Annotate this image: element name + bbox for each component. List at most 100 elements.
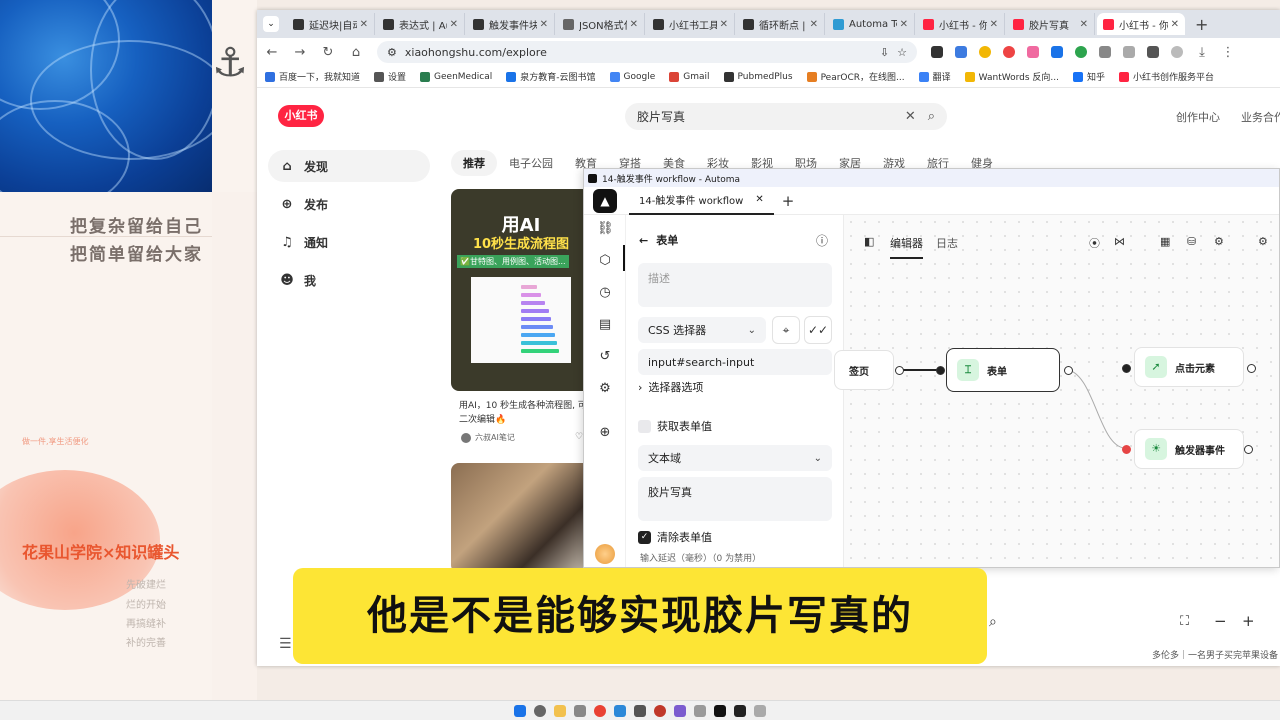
capcut-icon[interactable]: [734, 704, 746, 717]
description-field[interactable]: 描述: [638, 263, 832, 307]
close-icon[interactable]: ✕: [630, 19, 638, 30]
add-tab-button[interactable]: +: [782, 192, 795, 210]
zoom-in-icon[interactable]: +: [1242, 612, 1255, 630]
channel-tab[interactable]: 电子公园: [509, 155, 553, 171]
feed-card-title[interactable]: 多伦多｜一名男子买完苹果设备: [1152, 648, 1278, 661]
install-icon[interactable]: ⇩: [880, 46, 889, 59]
bookmark-item[interactable]: 翻译: [918, 70, 951, 83]
element-picker-button[interactable]: ⌖: [772, 316, 800, 344]
automa-icon[interactable]: [714, 704, 726, 717]
info-icon[interactable]: ⓘ: [816, 232, 828, 249]
back-icon[interactable]: ←: [265, 45, 279, 60]
clear-icon[interactable]: ✕: [905, 109, 916, 124]
selector-options-toggle[interactable]: › 选择器选项: [638, 379, 703, 395]
node-prev-tab[interactable]: 签页: [834, 350, 894, 390]
node-input-handle[interactable]: [936, 366, 945, 375]
bookmark-item[interactable]: 设置: [374, 70, 406, 83]
app-icon[interactable]: [634, 704, 646, 717]
extension-icon[interactable]: [979, 46, 991, 58]
xhs-logo[interactable]: 小红书: [278, 105, 324, 127]
new-tab-button[interactable]: +: [1187, 15, 1216, 34]
extension-icon[interactable]: [1099, 46, 1111, 58]
browser-tab[interactable]: 胶片写真 ✕: [1007, 13, 1095, 35]
browser-tab[interactable]: Automa Team✕: [827, 13, 915, 35]
node-input-handle[interactable]: [1122, 364, 1131, 373]
node-output-handle[interactable]: [1064, 366, 1073, 375]
app-icon[interactable]: [754, 704, 766, 717]
verify-selector-button[interactable]: ✓✓: [804, 316, 832, 344]
fullscreen-icon[interactable]: ⛶: [1180, 614, 1189, 629]
target-icon[interactable]: ⊕: [597, 425, 613, 440]
form-value-textarea[interactable]: 胶片写真: [638, 477, 832, 521]
form-type-select[interactable]: 文本域 ⌄: [638, 445, 832, 471]
workflow-icon[interactable]: ⛓: [597, 221, 614, 236]
extension-icon[interactable]: [1051, 46, 1063, 58]
bookmark-star-icon[interactable]: ☆: [897, 46, 907, 59]
close-icon[interactable]: ✕: [360, 19, 368, 30]
extension-icon[interactable]: [955, 46, 967, 58]
creator-center-link[interactable]: 创作中心: [1176, 109, 1220, 125]
close-icon[interactable]: ✕: [755, 194, 763, 205]
bookmark-item[interactable]: Gmail: [669, 71, 710, 82]
address-bar[interactable]: ⚙ xiaohongshu.com/explore ⇩ ☆: [377, 41, 917, 63]
close-icon[interactable]: ✕: [1171, 19, 1179, 30]
node-input-handle[interactable]: [1122, 445, 1131, 454]
like-heart-icon[interactable]: ♡: [575, 432, 583, 442]
bookmark-item[interactable]: WantWords 反向...: [964, 70, 1059, 83]
search-icon[interactable]: [534, 704, 546, 717]
extension-icon[interactable]: [931, 46, 943, 58]
app-icon[interactable]: [574, 704, 586, 717]
extension-icon[interactable]: [1075, 46, 1087, 58]
get-value-checkbox[interactable]: [638, 419, 651, 433]
bookmark-item[interactable]: 泉方教育-云图书馆: [506, 70, 596, 83]
node-click-element[interactable]: ➚ 点击元素: [1134, 347, 1244, 387]
selector-type-select[interactable]: CSS 选择器 ⌄: [638, 317, 766, 343]
browser-tab[interactable]: 表达式 | Automa✕: [377, 13, 465, 35]
home-icon[interactable]: ⌂: [349, 45, 363, 60]
file-explorer-icon[interactable]: [554, 704, 566, 717]
user-avatar[interactable]: [595, 544, 615, 564]
profile-icon[interactable]: [1171, 46, 1183, 58]
zoom-out-icon[interactable]: −: [1214, 612, 1227, 630]
app-icon[interactable]: [614, 704, 626, 717]
extension-icon[interactable]: [1123, 46, 1135, 58]
node-output-handle[interactable]: [1244, 445, 1253, 454]
app-icon[interactable]: [694, 704, 706, 717]
node-trigger-event[interactable]: ☀ 触发器事件: [1134, 429, 1244, 469]
bookmark-item[interactable]: 百度一下，我就知道: [265, 70, 360, 83]
storage-icon[interactable]: ▤: [597, 317, 613, 332]
search-box[interactable]: 胶片写真 ✕ ⌕: [625, 103, 947, 130]
bookmark-item[interactable]: GeenMedical: [420, 71, 492, 82]
search-icon[interactable]: ⌕: [989, 614, 997, 630]
bookmark-item[interactable]: 知乎: [1073, 70, 1105, 83]
history-icon[interactable]: ↺: [597, 349, 613, 364]
nav-item-publish[interactable]: ⊕ 发布: [268, 188, 430, 220]
close-icon[interactable]: ✕: [900, 19, 908, 30]
menu-dots-icon[interactable]: ⋮: [1221, 45, 1235, 60]
close-icon[interactable]: ✕: [720, 19, 728, 30]
search-icon[interactable]: ⌕: [928, 109, 935, 124]
tab-search-dropdown[interactable]: ⌄: [263, 16, 279, 32]
browser-tab[interactable]: 小红书工具 ✕: [647, 13, 735, 35]
clear-value-checkbox-row[interactable]: ✓ 清除表单值: [638, 529, 712, 545]
channel-tab[interactable]: 推荐: [451, 150, 497, 176]
browser-tab[interactable]: 小红书 - 你的✕: [917, 13, 1005, 35]
package-icon[interactable]: ⬡: [597, 253, 613, 268]
puzzle-icon[interactable]: [1147, 46, 1159, 58]
node-output-handle[interactable]: [1247, 364, 1256, 373]
bookmark-item[interactable]: PubmedPlus: [723, 71, 793, 82]
download-icon[interactable]: ⤓: [1195, 45, 1209, 60]
clear-value-checkbox[interactable]: ✓: [638, 530, 651, 544]
bookmark-item[interactable]: 小红书创作服务平台: [1119, 70, 1214, 83]
app-icon[interactable]: [654, 704, 666, 717]
settings-icon[interactable]: ⚙: [597, 381, 613, 396]
clock-icon[interactable]: ◷: [597, 285, 613, 300]
bookmark-item[interactable]: Google: [609, 71, 655, 82]
nav-item-discover[interactable]: ⌂ 发现: [268, 150, 430, 182]
business-link[interactable]: 业务合作: [1241, 109, 1280, 125]
back-arrow-icon[interactable]: ←: [639, 234, 648, 247]
close-icon[interactable]: ✕: [990, 19, 998, 30]
start-icon[interactable]: [514, 704, 526, 717]
chrome-icon[interactable]: [594, 704, 606, 717]
reload-icon[interactable]: ↻: [321, 45, 335, 60]
